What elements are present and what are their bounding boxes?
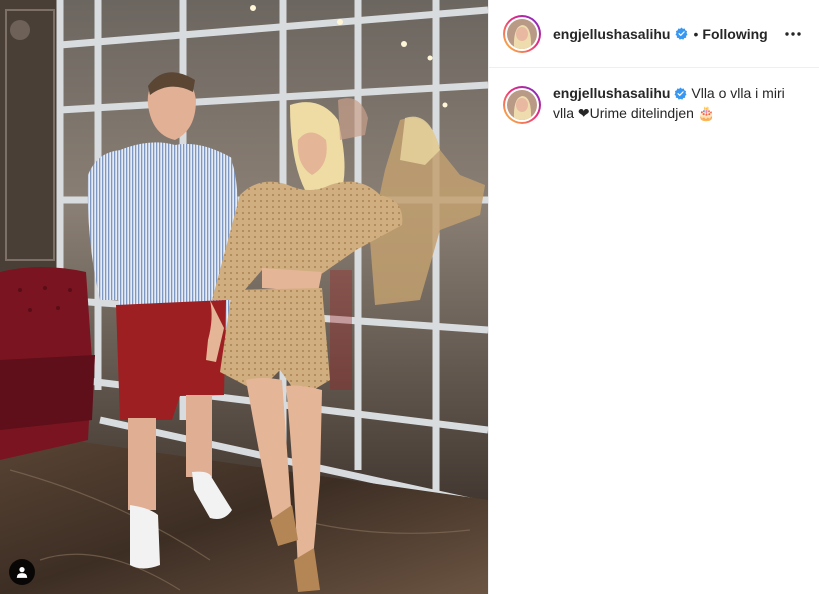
more-options-button[interactable] (781, 22, 805, 46)
post-image (0, 0, 488, 594)
separator-dot: • (693, 25, 699, 42)
avatar (507, 90, 537, 120)
story-ring[interactable] (503, 86, 541, 124)
post-side-panel: engjellushasalihu • Following engjellush… (488, 0, 819, 594)
story-ring[interactable] (503, 14, 541, 53)
user-tag-icon (16, 567, 28, 578)
following-button[interactable]: Following (702, 26, 767, 42)
user-tag-button[interactable] (9, 559, 35, 585)
verified-badge-icon (674, 86, 687, 104)
header-username[interactable]: engjellushasalihu (553, 26, 670, 42)
post-photo[interactable] (0, 0, 488, 594)
caption-comment: engjellushasalihu Vlla o vlla i miri vll… (489, 68, 819, 124)
caption-username[interactable]: engjellushasalihu (553, 85, 670, 101)
more-options-icon (785, 31, 801, 36)
avatar (507, 18, 537, 49)
caption-text-block: engjellushasalihu Vlla o vlla i miri vll… (553, 84, 793, 124)
post-header: engjellushasalihu • Following (489, 0, 819, 68)
verified-badge-icon (675, 27, 688, 40)
